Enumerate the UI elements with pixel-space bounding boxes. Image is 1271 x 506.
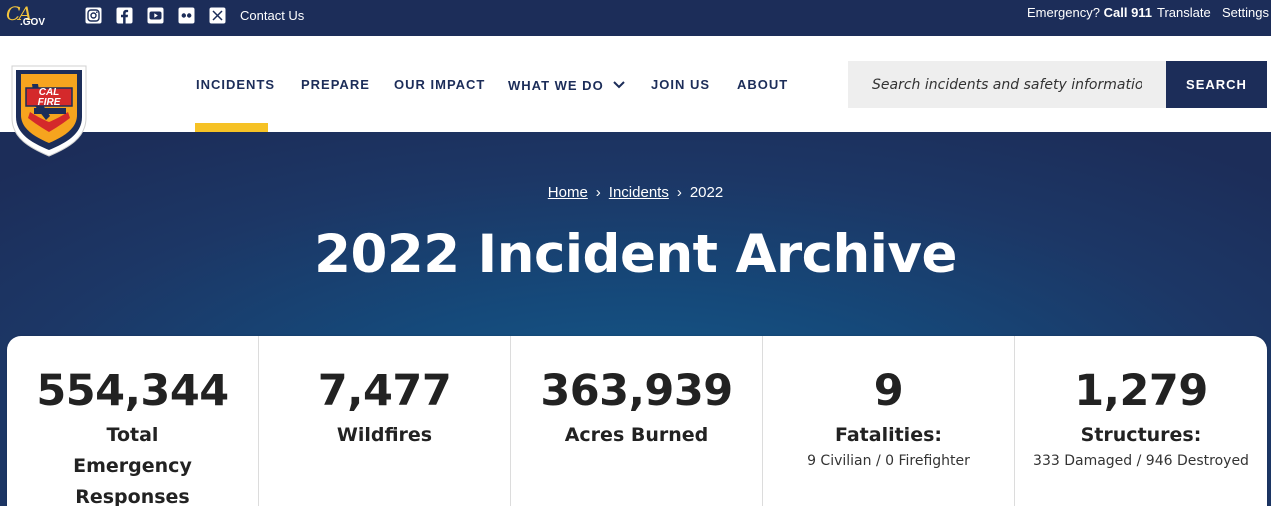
search-button[interactable]: SEARCH (1166, 61, 1267, 108)
nav-prepare[interactable]: PREPARE (301, 77, 370, 92)
search-field (848, 61, 1166, 108)
nav-join-us[interactable]: JOIN US (651, 77, 710, 92)
contact-us-link[interactable]: Contact Us (240, 8, 304, 23)
nav-about[interactable]: ABOUT (737, 77, 788, 92)
ca-gov-logo[interactable]: CA .GOV (6, 3, 48, 31)
flickr-icon[interactable] (178, 7, 195, 24)
stat-total-responses: 554,344 Total Emergency Responses (7, 336, 259, 506)
facebook-icon[interactable] (116, 7, 133, 24)
stat-value: 363,939 (540, 366, 733, 416)
stat-detail: 9 Civilian / 0 Firefighter (807, 453, 970, 469)
stat-acres-burned: 363,939 Acres Burned (511, 336, 763, 506)
page-title: 2022 Incident Archive (314, 224, 957, 285)
search-input[interactable] (848, 61, 1166, 108)
breadcrumb-separator: › (595, 184, 601, 201)
nav-what-we-do-label: WHAT WE DO (508, 78, 604, 93)
stat-value: 1,279 (1074, 366, 1208, 416)
cal-fire-logo[interactable]: CAL FIRE (8, 62, 90, 160)
stat-value: 7,477 (317, 366, 452, 416)
stat-label: Wildfires (336, 424, 433, 446)
stat-label: Total Emergency Responses (73, 424, 192, 506)
instagram-icon[interactable] (85, 7, 102, 24)
site-header: CAL FIRE INCIDENTS PREPARE OUR IMPACT WH… (0, 36, 1271, 157)
nav-our-impact[interactable]: OUR IMPACT (394, 77, 485, 92)
nav-active-indicator (195, 123, 268, 132)
emergency-call[interactable]: Emergency? Call 911 (1027, 5, 1152, 20)
stat-fatalities: 9 Fatalities: 9 Civilian / 0 Firefighter (763, 336, 1015, 506)
youtube-icon[interactable] (147, 7, 164, 24)
nav-what-we-do[interactable]: WHAT WE DO (508, 77, 625, 93)
ca-gov-text: .GOV (20, 17, 46, 28)
breadcrumb: Home › Incidents › 2022 (0, 184, 1271, 201)
stat-value: 554,344 (36, 366, 229, 416)
stat-structures: 1,279 Structures: 333 Damaged / 946 Dest… (1015, 336, 1267, 506)
stat-wildfires: 7,477 Wildfires (259, 336, 511, 506)
emergency-number: Call 911 (1103, 5, 1153, 20)
emergency-prefix: Emergency? (1027, 5, 1100, 20)
stat-label: Fatalities: (834, 424, 942, 446)
translate-link[interactable]: Translate (1157, 5, 1211, 20)
settings-link[interactable]: Settings (1222, 5, 1269, 20)
logo-text-bottom: FIRE (38, 97, 61, 108)
chevron-down-icon (612, 77, 625, 92)
stat-value: 9 (873, 366, 904, 416)
stats-card: 554,344 Total Emergency Responses 7,477 … (7, 336, 1267, 506)
breadcrumb-home[interactable]: Home (548, 184, 588, 201)
stat-label: Structures: (1080, 424, 1202, 446)
breadcrumb-current: 2022 (689, 184, 724, 201)
breadcrumb-incidents[interactable]: Incidents (609, 184, 669, 201)
x-icon[interactable] (209, 7, 226, 24)
stat-detail: 333 Damaged / 946 Destroyed (1033, 453, 1249, 469)
nav-incidents[interactable]: INCIDENTS (196, 77, 275, 92)
breadcrumb-separator: › (676, 184, 682, 201)
utility-bar: CA .GOV Contact Us Emergency? Call 911 T… (0, 0, 1271, 36)
stat-label: Acres Burned (564, 424, 709, 446)
